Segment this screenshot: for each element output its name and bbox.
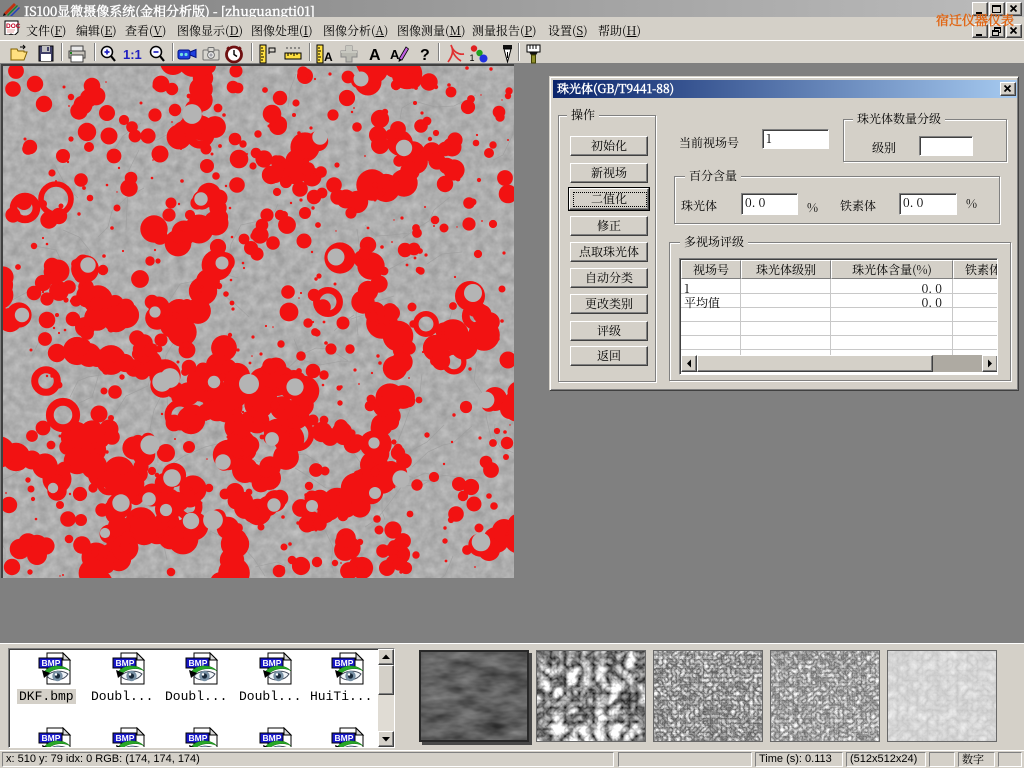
svg-text:DOC: DOC [6, 23, 21, 30]
svg-text:1:1: 1:1 [123, 47, 142, 62]
svg-text:A: A [369, 47, 381, 64]
svg-text:A: A [390, 47, 400, 62]
svg-text:1: 1 [470, 53, 475, 63]
svg-text:A: A [324, 50, 333, 64]
svg-text:?: ? [420, 47, 430, 64]
